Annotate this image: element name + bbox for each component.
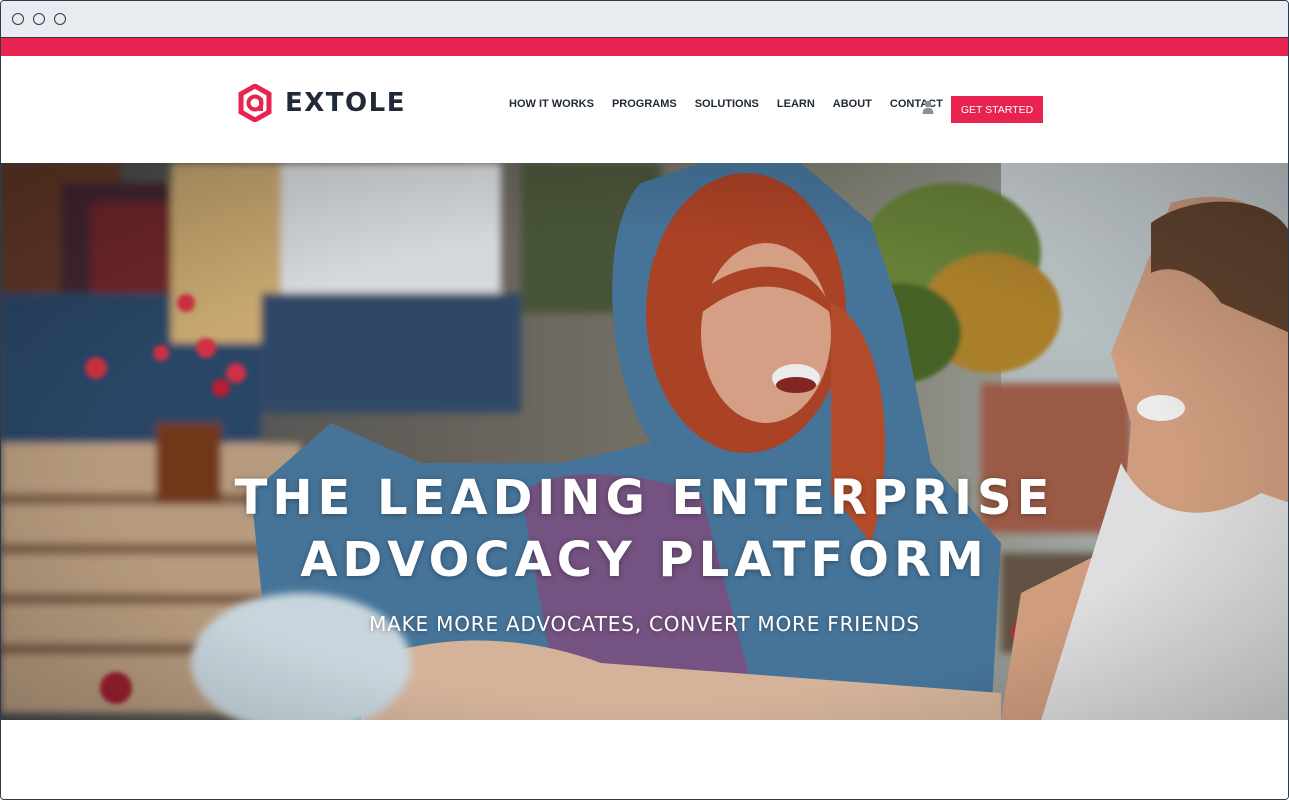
user-icon[interactable] (922, 100, 934, 119)
site-header: EXTOLE HOW IT WORKS PROGRAMS SOLUTIONS L… (1, 56, 1288, 163)
main-nav: HOW IT WORKS PROGRAMS SOLUTIONS LEARN AB… (509, 98, 961, 110)
nav-contact[interactable]: CONTACT (890, 98, 943, 110)
hero-title: THE LEADING ENTERPRISE ADVOCACY PLATFORM (1, 467, 1288, 591)
window-maximize-button[interactable] (54, 13, 66, 25)
nav-programs[interactable]: PROGRAMS (612, 98, 677, 110)
window-close-button[interactable] (12, 13, 24, 25)
hero-subtitle: MAKE MORE ADVOCATES, CONVERT MORE FRIEND… (369, 612, 920, 636)
window-minimize-button[interactable] (33, 13, 45, 25)
get-started-button[interactable]: GET STARTED (951, 96, 1043, 123)
nav-about[interactable]: ABOUT (833, 98, 872, 110)
page-below-hero (1, 720, 1288, 799)
site-logo[interactable]: EXTOLE (238, 84, 406, 122)
nav-learn[interactable]: LEARN (777, 98, 815, 110)
hero-title-line-1: THE LEADING ENTERPRISE (234, 470, 1055, 526)
friends-laughing-photo (1, 163, 1288, 720)
browser-window: EXTOLE HOW IT WORKS PROGRAMS SOLUTIONS L… (0, 0, 1289, 800)
logo-wordmark: EXTOLE (285, 88, 406, 118)
top-accent-bar (1, 38, 1288, 56)
extole-hexagon-icon (238, 84, 272, 122)
hero-section: THE LEADING ENTERPRISE ADVOCACY PLATFORM… (1, 163, 1288, 720)
nav-solutions[interactable]: SOLUTIONS (695, 98, 759, 110)
nav-how-it-works[interactable]: HOW IT WORKS (509, 98, 594, 110)
browser-titlebar (1, 1, 1288, 38)
hero-title-line-2: ADVOCACY PLATFORM (300, 532, 989, 588)
